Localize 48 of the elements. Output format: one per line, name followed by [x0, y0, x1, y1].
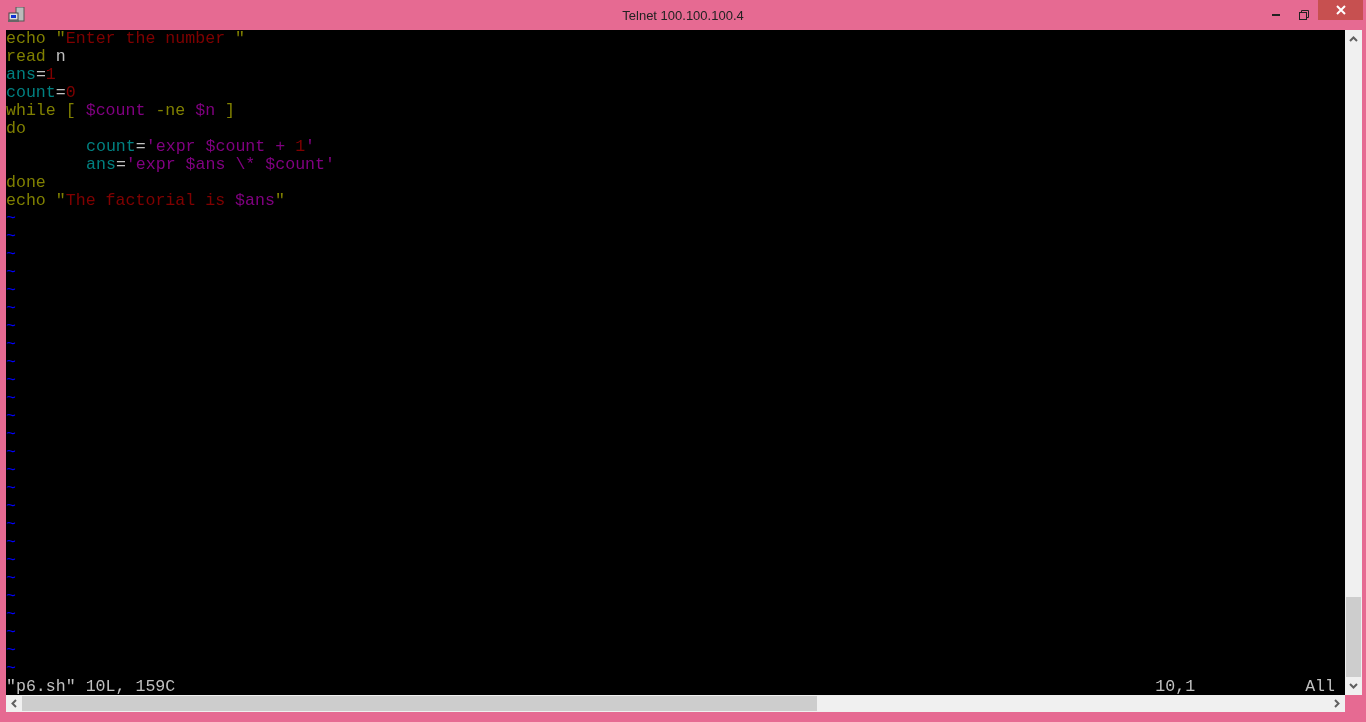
- empty-line-marker: ~: [6, 282, 16, 300]
- scrollbar-thumb[interactable]: [1346, 597, 1361, 677]
- empty-line-marker: ~: [6, 498, 16, 516]
- file-info: "p6.sh" 10L, 159C: [6, 678, 176, 696]
- code-line: echo "Enter the number ": [6, 30, 246, 48]
- empty-line-marker: ~: [6, 480, 16, 498]
- vertical-scrollbar[interactable]: [1345, 30, 1362, 695]
- code-line: read n: [6, 48, 66, 66]
- empty-line-marker: ~: [6, 588, 16, 606]
- empty-line-marker: ~: [6, 516, 16, 534]
- close-button[interactable]: [1318, 0, 1363, 20]
- empty-line-marker: ~: [6, 660, 16, 678]
- empty-line-marker: ~: [6, 462, 16, 480]
- empty-line-marker: ~: [6, 552, 16, 570]
- empty-line-marker: ~: [6, 426, 16, 444]
- code-line: do: [6, 120, 26, 138]
- empty-line-marker: ~: [6, 372, 16, 390]
- code-line: count=0: [6, 84, 76, 102]
- empty-line-marker: ~: [6, 570, 16, 588]
- empty-line-marker: ~: [6, 642, 16, 660]
- empty-line-marker: ~: [6, 336, 16, 354]
- empty-line-marker: ~: [6, 210, 16, 228]
- window-title: Telnet 100.100.100.4: [622, 7, 744, 25]
- scroll-position: All: [1305, 678, 1335, 696]
- empty-line-marker: ~: [6, 606, 16, 624]
- empty-line-marker: ~: [6, 300, 16, 318]
- empty-line-marker: ~: [6, 390, 16, 408]
- cursor-position: 10,1: [1155, 678, 1196, 696]
- empty-line-marker: ~: [6, 534, 16, 552]
- code-line: count='expr $count + 1': [86, 138, 316, 156]
- scrollbar-thumb[interactable]: [22, 696, 817, 711]
- empty-line-marker: ~: [6, 408, 16, 426]
- code-line: ans='expr $ans \* $count': [86, 156, 335, 174]
- code-line: echo "The factorial is $ans": [6, 192, 285, 210]
- empty-line-marker: ~: [6, 264, 16, 282]
- empty-line-marker: ~: [6, 354, 16, 372]
- empty-line-marker: ~: [6, 318, 16, 336]
- empty-line-marker: ~: [6, 246, 16, 264]
- code-line: done: [6, 174, 46, 192]
- restore-icon: [1299, 9, 1309, 20]
- computer-icon: [8, 7, 26, 23]
- horizontal-scrollbar[interactable]: [6, 695, 1345, 712]
- empty-line-marker: ~: [6, 444, 16, 462]
- code-line: ans=1: [6, 66, 56, 84]
- empty-line-marker: ~: [6, 624, 16, 642]
- close-icon: [1335, 5, 1346, 15]
- empty-line-marker: ~: [6, 228, 16, 246]
- code-line: while [ $count -ne $n ]: [6, 102, 236, 120]
